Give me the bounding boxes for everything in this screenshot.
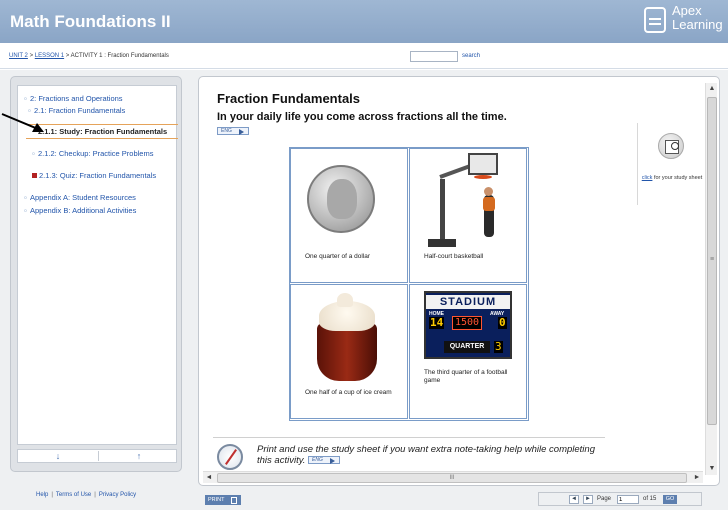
study-sheet-note: Print and use the study sheet if you wan… [213, 437, 605, 471]
example-cell-ice-cream: One half of a cup of ice cream [290, 284, 408, 419]
apex-logo-icon [644, 7, 666, 33]
page-number-input[interactable] [617, 495, 639, 504]
caption-basketball: Half-court basketball [424, 253, 484, 260]
compass-icon [217, 444, 243, 470]
apex-learning-logo: Apex Learning [644, 4, 726, 38]
privacy-link[interactable]: Privacy Policy [99, 492, 136, 498]
breadcrumb-bar: UNIT 2 > LESSON 1 > ACTIVITY 1 : Fractio… [0, 43, 728, 69]
page-navigator: ◄ ► Page of 15 GO [538, 492, 702, 506]
backboard [468, 153, 498, 175]
prev-page-button[interactable]: ◄ [569, 495, 579, 504]
caption-ice-cream: One half of a cup of ice cream [305, 389, 392, 396]
page-title: Fraction Fundamentals [217, 91, 361, 106]
scoreboard-home-score: 14 [429, 316, 445, 329]
breadcrumb-lesson-link[interactable]: LESSON 1 [35, 53, 64, 59]
next-page-button[interactable]: ► [583, 495, 593, 504]
caption-football: The third quarter of a football game [424, 369, 508, 384]
scroll-right-arrow-icon[interactable]: ► [691, 472, 703, 484]
player-shirt [483, 197, 495, 211]
play-icon [239, 129, 244, 135]
table-of-contents-panel: ▫ 2: Fractions and Operations ▫ 2.1: Fract… [10, 76, 182, 472]
scoreboard-quarter-label: QUARTER [444, 341, 490, 353]
page-count: of 15 [643, 496, 657, 502]
player-head [484, 187, 493, 196]
breadcrumb-unit-link[interactable]: UNIT 2 [9, 53, 28, 59]
fraction-examples-grid: One quarter of a dollar Half-court baske… [289, 147, 529, 421]
scroll-up-arrow-icon[interactable]: ▲ [706, 83, 718, 95]
scoreboard-away-score: 0 [498, 316, 507, 329]
go-button[interactable]: GO [663, 495, 677, 504]
toc-item-quiz[interactable]: 2.1.3: Quiz: Fraction Fundamentals [32, 171, 172, 180]
toc-list: ▫ 2: Fractions and Operations ▫ 2.1: Fract… [17, 85, 178, 445]
content-panel: Fraction Fundamentals In your daily life… [198, 76, 720, 486]
toc-up-button[interactable]: ↑ [99, 450, 179, 462]
caption-quarter: One quarter of a dollar [305, 253, 371, 260]
intro-text: In your daily life you come across fract… [217, 111, 507, 123]
logo-text: Apex Learning [672, 3, 723, 32]
app-header: Math Foundations II Apex Learning [0, 0, 728, 43]
scoreboard-clock: 1500 [452, 316, 483, 330]
grip-icon: ≡ [710, 256, 715, 263]
scroll-down-arrow-icon[interactable]: ▼ [706, 463, 718, 475]
toc-item-appendix-b[interactable]: ▫ Appendix B: Additional Activities [24, 206, 136, 215]
scoreboard-title: STADIUM [426, 295, 510, 309]
scoreboard-image: STADIUM HOME AWAY 14 1500 0 QUARTER 3 [424, 291, 512, 359]
toc-item-unit-2[interactable]: ▫ 2: Fractions and Operations [24, 94, 123, 103]
footer-links: Help | Terms of Use | Privacy Policy [36, 492, 137, 498]
toc-item-checkup[interactable]: ▫ 2.1.2: Checkup: Practice Problems [32, 149, 172, 158]
search-button[interactable]: search [462, 53, 480, 59]
study-sheet-text: click for your study sheet [641, 175, 703, 181]
play-icon [330, 458, 336, 465]
example-cell-quarter: One quarter of a dollar [290, 148, 408, 283]
study-sheet-link[interactable]: click [642, 175, 653, 181]
breadcrumb-current: ACTIVITY 1 : Fraction Fundamentals [70, 53, 169, 59]
toc-item-appendix-a[interactable]: ▫ Appendix A: Student Resources [24, 193, 136, 202]
example-cell-football: STADIUM HOME AWAY 14 1500 0 QUARTER 3 Th… [409, 284, 527, 419]
scoreboard-quarter: 3 [494, 340, 503, 353]
coin-face [327, 179, 357, 219]
hoop-rim [474, 175, 492, 179]
vertical-scrollbar[interactable]: ▲ ≡ ▼ [705, 83, 717, 475]
study-sheet-icon[interactable] [658, 133, 684, 159]
quarter-coin-image [307, 165, 375, 233]
example-cell-basketball: Half-court basketball [409, 148, 527, 283]
app-title: Math Foundations II [10, 12, 171, 31]
page-label: Page [597, 496, 612, 502]
hoop-base [428, 239, 456, 247]
toc-navigation: ↓ ↑ [17, 449, 177, 463]
toc-item-current-study[interactable]: 2.1.1: Study: Fraction Fundamentals [26, 124, 178, 139]
scroll-left-arrow-icon[interactable]: ◄ [203, 472, 215, 484]
vertical-scroll-thumb[interactable]: ≡ [707, 97, 717, 425]
quiz-marker-icon [32, 173, 37, 178]
pointer-arrow-icon [1, 113, 44, 132]
ice-cream-cup-image [317, 323, 377, 381]
horizontal-scroll-thumb[interactable]: III [217, 473, 687, 483]
terms-link[interactable]: Terms of Use [56, 492, 91, 498]
help-link[interactable]: Help [36, 492, 48, 498]
eng-audio-button-note[interactable]: ENG [308, 456, 341, 465]
note-text: Print and use the study sheet if you wan… [257, 444, 595, 466]
ice-cream-top [337, 293, 353, 307]
eng-audio-button[interactable]: ENG [217, 127, 249, 135]
horizontal-scrollbar[interactable]: ◄ III ► [203, 471, 703, 483]
toc-down-button[interactable]: ↓ [18, 450, 98, 462]
study-sheet-box: click for your study sheet [637, 123, 705, 205]
hoop-pole [440, 179, 445, 243]
breadcrumb: UNIT 2 > LESSON 1 > ACTIVITY 1 : Fractio… [9, 53, 169, 59]
search-input[interactable] [410, 51, 458, 62]
print-button[interactable]: PRINT [205, 495, 241, 505]
